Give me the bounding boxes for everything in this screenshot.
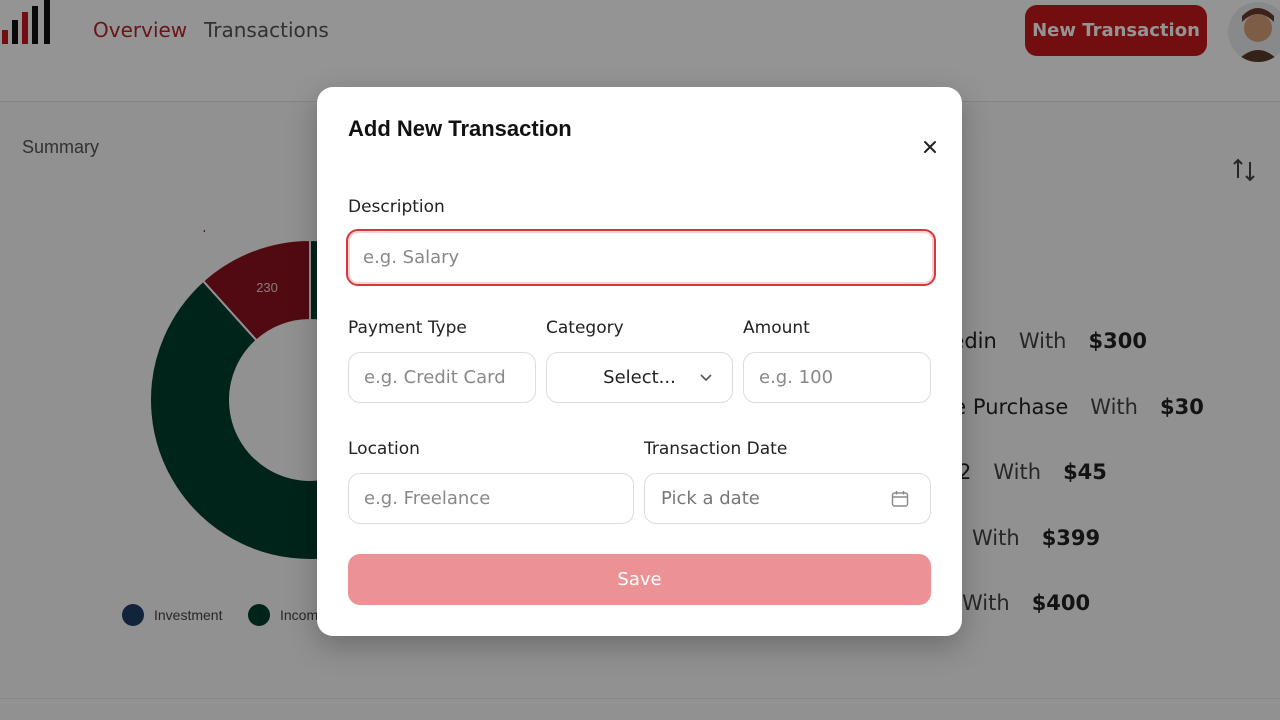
amount-label: Amount [743,318,810,338]
chevron-down-icon [700,374,712,382]
category-select[interactable]: Select... [546,352,733,403]
amount-input[interactable] [743,352,931,403]
close-button[interactable] [918,135,942,159]
payment-type-label: Payment Type [348,318,467,338]
category-label: Category [546,318,624,338]
payment-type-input[interactable] [348,352,536,403]
location-input[interactable] [348,473,634,524]
calendar-icon [891,491,909,507]
description-label: Description [348,197,445,217]
transaction-date-label: Transaction Date [644,439,788,459]
category-select-value: Select... [603,367,676,388]
save-button[interactable]: Save [348,554,931,605]
modal-title: Add New Transaction [348,116,572,141]
add-transaction-modal: Add New Transaction Description Payment … [317,87,962,636]
date-placeholder: Pick a date [661,488,760,509]
description-input[interactable] [346,229,936,286]
location-label: Location [348,439,420,459]
transaction-date-picker[interactable]: Pick a date [644,473,931,524]
close-icon [924,141,936,153]
